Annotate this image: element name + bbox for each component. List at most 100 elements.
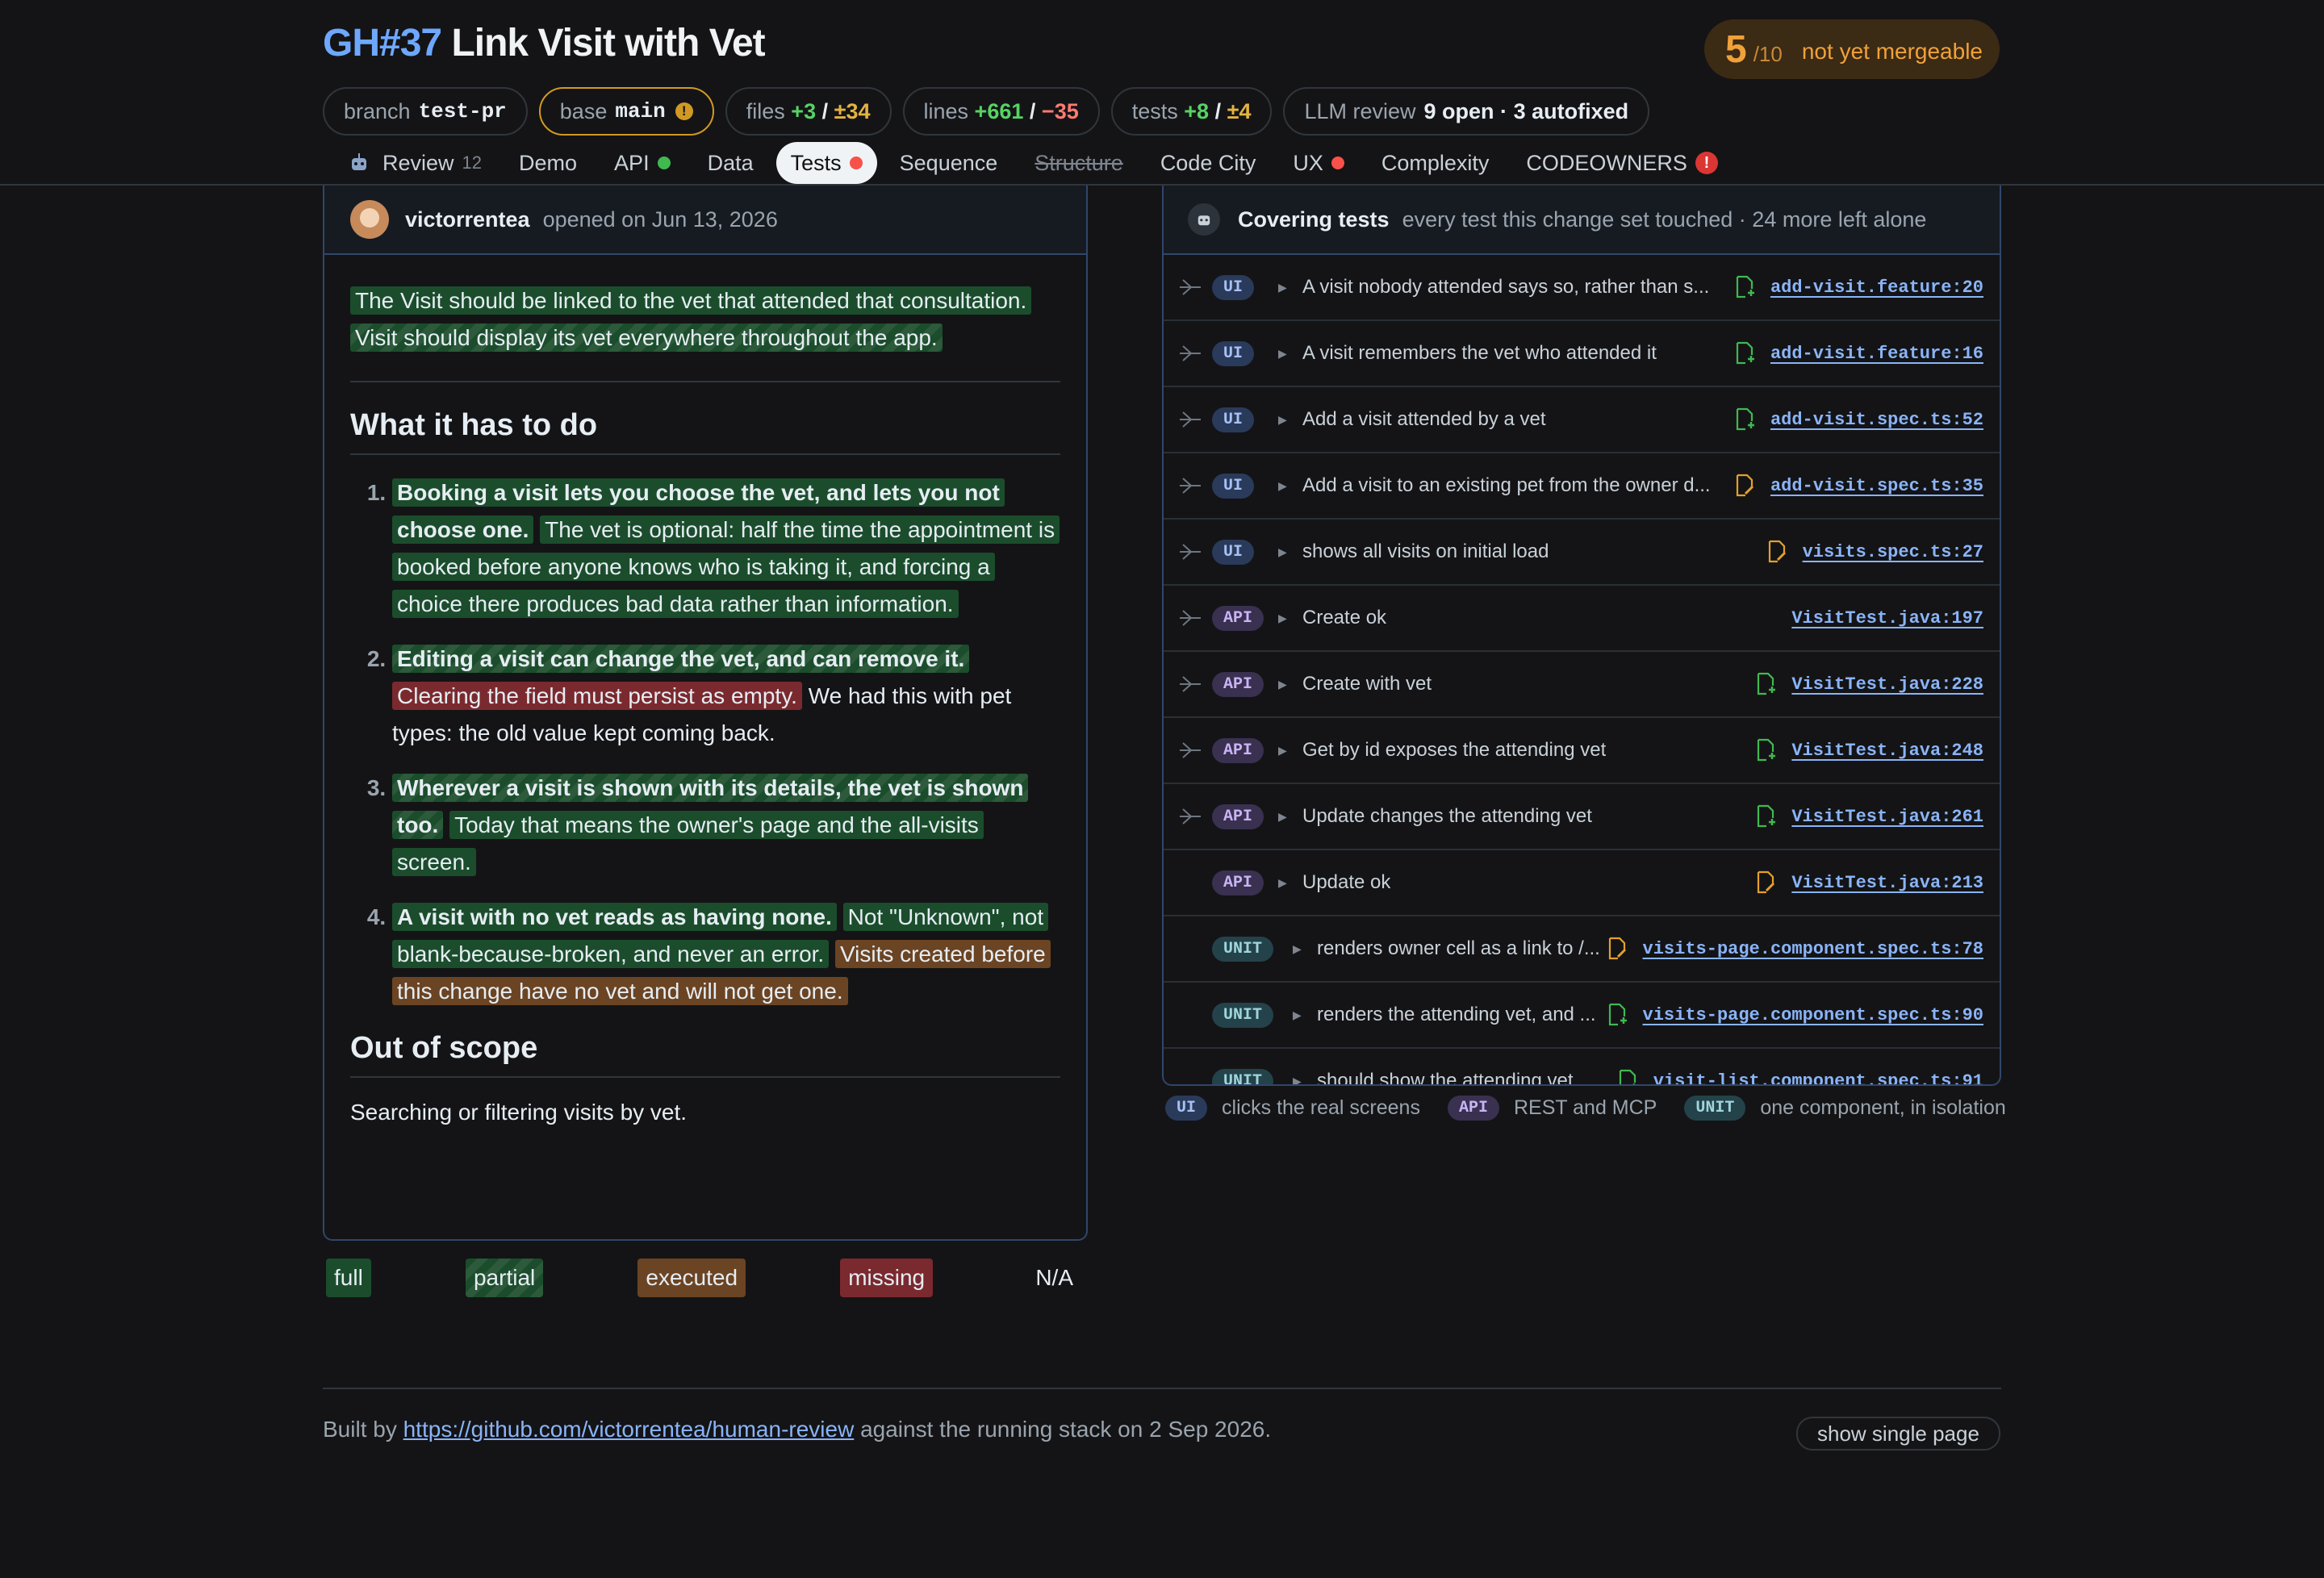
- tests-label: tests: [1131, 98, 1178, 123]
- test-row[interactable]: API ▶ Create with vet VisitTest.java:228: [1164, 652, 2000, 718]
- test-file-link[interactable]: visits.spec.ts:27: [1803, 542, 1983, 562]
- repo-link[interactable]: https://github.com/victorrentea/human-re…: [403, 1417, 855, 1442]
- test-file-link[interactable]: VisitTest.java:248: [1791, 741, 1983, 761]
- test-file-link[interactable]: add-visit.spec.ts:52: [1770, 410, 1983, 430]
- tab-api[interactable]: API: [600, 142, 685, 184]
- expand-caret-icon[interactable]: ▶: [1278, 545, 1287, 559]
- test-name: Create with vet: [1302, 673, 1432, 695]
- show-single-page-button[interactable]: show single page: [1796, 1417, 2000, 1451]
- test-kind-badge: UNIT: [1212, 1002, 1274, 1028]
- test-file-link[interactable]: VisitTest.java:197: [1791, 608, 1983, 628]
- score-denominator: /10: [1753, 41, 1783, 66]
- test-row[interactable]: UI ▶ Add a visit attended by a vet add-visi…: [1164, 387, 2000, 453]
- expand-caret-icon[interactable]: ▶: [1278, 876, 1287, 890]
- coverage-partial-text: Visit should display its vet everywhere …: [350, 324, 943, 352]
- branch-connector-icon: [1180, 742, 1201, 758]
- issue-intro: The Visit should be linked to the vet th…: [350, 282, 1060, 357]
- section-heading-todo: What it has to do: [350, 407, 1060, 455]
- test-kind-badge: UI: [1212, 473, 1255, 499]
- opened-date: opened on Jun 13, 2026: [542, 207, 778, 232]
- coverage-full-text: The Visit should be linked to the vet th…: [350, 286, 1032, 315]
- expand-caret-icon[interactable]: ▶: [1278, 744, 1287, 758]
- tab-tests[interactable]: Tests: [775, 142, 877, 184]
- expand-caret-icon[interactable]: ▶: [1278, 281, 1287, 294]
- test-row[interactable]: API ▶ Update changes the attending vet Visi…: [1164, 784, 2000, 850]
- llm-review-chip[interactable]: LLM review 9 open · 3 autofixed: [1283, 87, 1650, 136]
- footer: Built by https://github.com/victorrentea…: [323, 1417, 1271, 1442]
- test-kind-badge: API: [1212, 605, 1264, 631]
- requirement-item: Wherever a visit is shown with its detai…: [392, 770, 1060, 881]
- expand-caret-icon[interactable]: ▶: [1278, 479, 1287, 493]
- llm-autofixed: 3 autofixed: [1513, 98, 1629, 123]
- test-file-link[interactable]: visit-list.component.spec.ts:91: [1653, 1071, 1983, 1085]
- base-name: main: [615, 99, 666, 123]
- test-file-link[interactable]: visits-page.component.spec.ts:90: [1643, 1005, 1983, 1025]
- test-row[interactable]: UI ▶ Add a visit to an existing pet from t…: [1164, 453, 2000, 520]
- tests-modified: ±4: [1227, 98, 1252, 123]
- tab-sequence[interactable]: Sequence: [885, 142, 1013, 184]
- expand-caret-icon[interactable]: ▶: [1278, 678, 1287, 691]
- test-kind-badge: UI: [1212, 340, 1255, 366]
- footer-divider: [323, 1388, 2001, 1389]
- tab-label: Review: [382, 150, 454, 175]
- test-file-link[interactable]: add-visit.spec.ts:35: [1770, 476, 1983, 496]
- expand-caret-icon[interactable]: ▶: [1293, 1075, 1302, 1085]
- test-name: Create ok: [1302, 607, 1387, 628]
- file-added-icon: [1736, 407, 1754, 431]
- tab-ux[interactable]: UX: [1278, 142, 1359, 184]
- issue-link[interactable]: GH#37: [323, 22, 442, 65]
- tests-subtitle: every test this change set touched · 24 …: [1402, 207, 1927, 232]
- legend-text-api: REST and MCP: [1513, 1096, 1657, 1119]
- status-dot-red: [849, 157, 863, 169]
- test-name: renders the attending vet, and ...: [1317, 1004, 1596, 1025]
- test-row[interactable]: API ▶ Get by id exposes the attending vet V…: [1164, 718, 2000, 784]
- expand-caret-icon[interactable]: ▶: [1278, 810, 1287, 824]
- tab-structure[interactable]: Structure: [1020, 142, 1138, 184]
- test-row[interactable]: UNIT ▶ renders the attending vet, and ... v…: [1164, 983, 2000, 1049]
- tab-complexity[interactable]: Complexity: [1367, 142, 1504, 184]
- file-modified-icon: [1758, 870, 1775, 894]
- tab-code-city[interactable]: Code City: [1146, 142, 1271, 184]
- tab-review[interactable]: Review 12: [332, 142, 496, 184]
- files-chip: files +3 / ±34: [725, 87, 892, 136]
- tab-bar: Review 12 Demo API Data Tests Sequence S…: [332, 142, 1741, 184]
- tab-data[interactable]: Data: [693, 142, 768, 184]
- test-row[interactable]: API ▶ Create ok VisitTest.java:197: [1164, 586, 2000, 652]
- test-file-link[interactable]: add-visit.feature:20: [1770, 278, 1983, 298]
- expand-caret-icon[interactable]: ▶: [1278, 347, 1287, 361]
- warning-icon: !: [675, 102, 693, 120]
- legend-text-ui: clicks the real screens: [1222, 1096, 1420, 1119]
- tests-added: +8: [1184, 98, 1210, 123]
- test-file-link[interactable]: add-visit.feature:16: [1770, 344, 1983, 364]
- author-name[interactable]: victorrentea: [405, 207, 530, 232]
- test-kind-badge: UI: [1212, 407, 1255, 432]
- file-modified-icon: [1608, 937, 1626, 960]
- test-file-link[interactable]: VisitTest.java:213: [1791, 873, 1983, 893]
- test-row[interactable]: API ▶ Update ok VisitTest.java:213: [1164, 850, 2000, 916]
- test-row[interactable]: UNIT ▶ renders owner cell as a link to /..…: [1164, 916, 2000, 983]
- expand-caret-icon[interactable]: ▶: [1293, 942, 1302, 956]
- expand-caret-icon[interactable]: ▶: [1293, 1008, 1302, 1022]
- test-row[interactable]: UI ▶ shows all visits on initial load visit…: [1164, 520, 2000, 586]
- test-file-link[interactable]: VisitTest.java:261: [1791, 807, 1983, 827]
- status-dot-red: [1331, 157, 1344, 169]
- test-file-link[interactable]: visits-page.component.spec.ts:78: [1643, 939, 1983, 959]
- tab-label: Tests: [790, 150, 842, 175]
- tab-label: UX: [1293, 150, 1323, 175]
- test-row[interactable]: UI ▶ A visit remembers the vet who attende…: [1164, 321, 2000, 387]
- tab-label: Code City: [1160, 150, 1256, 175]
- test-row[interactable]: UNIT ▶ should show the attending vet visit-…: [1164, 1049, 2000, 1085]
- test-file-link[interactable]: VisitTest.java:228: [1791, 674, 1983, 695]
- test-kind-badge: API: [1212, 737, 1264, 763]
- score-value: 5: [1725, 27, 1747, 71]
- base-chip[interactable]: base main !: [538, 87, 714, 136]
- issue-title: Link Visit with Vet: [451, 22, 765, 65]
- tab-demo[interactable]: Demo: [504, 142, 591, 184]
- expand-caret-icon[interactable]: ▶: [1278, 413, 1287, 427]
- files-label: files: [746, 98, 785, 123]
- test-row[interactable]: UI ▶ A visit nobody attended says so, rath…: [1164, 255, 2000, 321]
- tab-count: 12: [462, 152, 483, 173]
- expand-caret-icon[interactable]: ▶: [1278, 612, 1287, 625]
- legend-badge-api: API: [1447, 1096, 1499, 1121]
- tab-codeowners[interactable]: CODEOWNERS!: [1511, 142, 1733, 184]
